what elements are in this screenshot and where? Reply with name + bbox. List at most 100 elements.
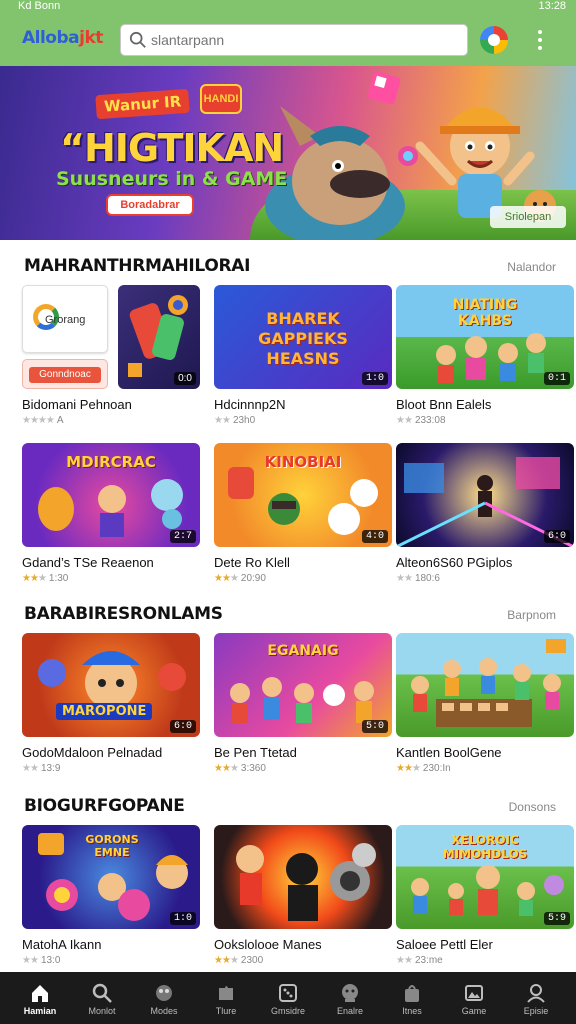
game-card[interactable]: 6:0 Alteon6S60 PGiplos ★★ 180:6 <box>396 443 574 584</box>
home-icon <box>32 985 48 1002</box>
rating-stars: ★★★ <box>214 955 239 966</box>
game-card[interactable]: MDIRCRAC 2:7 Gdand’s TSe Reaenon ★★★ 1:30 <box>22 443 200 584</box>
game-icon <box>156 985 172 1001</box>
game-title: Saloee Pettl Eler <box>396 937 493 952</box>
game-card[interactable]: EGANAIG 5:0 Be Pen Ttetad ★★★ 3:360 <box>214 633 392 774</box>
rating-stars: ★★ <box>22 763 39 774</box>
banner-badge: HANDI <box>200 84 242 114</box>
brand-logo-box: Grorang <box>22 285 108 353</box>
game-rating: ★★ 13:0 <box>22 955 61 966</box>
mascot-icon <box>342 984 358 1002</box>
rating-stars: ★★ <box>214 415 231 426</box>
game-thumbnail: MDIRCRAC 2:7 <box>22 443 200 547</box>
section-more-link[interactable]: Barpnom <box>507 608 556 622</box>
duration-badge: 0:1 <box>543 372 570 385</box>
game-rating: ★★★ 1:30 <box>22 573 69 584</box>
game-thumbnail: 6:0 <box>396 443 574 547</box>
status-bar: Kd Bonn 13:28 <box>0 0 576 14</box>
game-title: GodoMdaloon Pelnadad <box>22 745 163 760</box>
rating-stars: ★★★ <box>396 763 421 774</box>
game-title: Ookslolooe Manes <box>214 937 322 952</box>
game-rating: ★★★ 20:90 <box>214 573 266 584</box>
game-thumbnail: GORONS EMNE 1:0 <box>22 825 200 929</box>
nav-item-enalre[interactable]: Enalre <box>318 972 382 1024</box>
thumbnail-text: MAROPONE <box>56 703 153 720</box>
bottom-navigation: Hamian Monlot Modes Tlure Gmsidre Enalre… <box>0 972 576 1024</box>
game-rating: ★★ 233:08 <box>396 415 446 426</box>
game-card[interactable]: NIATING KAHBS 0:1 Bloot Bnn Ealels ★★ 233… <box>396 285 574 426</box>
search-input[interactable] <box>151 29 451 51</box>
rating-stars: ★★ <box>396 955 413 966</box>
game-card[interactable]: Kantlen BoolGene ★★★ 230:In <box>396 633 574 774</box>
game-card[interactable]: MAROPONE 6:0 GodoMdaloon Pelnadad ★★ 13:9 <box>22 633 200 774</box>
rating-stars: ★★★★ <box>22 415 55 426</box>
game-card[interactable]: XELOROIC MIMOHDLOS 5:9 Saloee Pettl Eler… <box>396 825 574 966</box>
rating-stars: ★★ <box>396 415 413 426</box>
section-title: BIOGURFGOPANE <box>24 796 185 816</box>
duration-badge: 5:9 <box>543 912 570 925</box>
game-thumbnail: KINOBIAI 4:0 <box>214 443 392 547</box>
game-rating: ★★ 13:9 <box>22 763 61 774</box>
rating-stars: ★★★ <box>22 573 47 584</box>
search-bar[interactable] <box>120 24 468 56</box>
nav-item-modes[interactable]: Modes <box>132 972 196 1024</box>
section-title: MAHRANTHRMAHILORAI <box>24 256 251 276</box>
thumbnail-text: BHAREK GAPPIEKS HEASNS <box>258 309 348 368</box>
game-card[interactable]: BHAREK GAPPIEKS HEASNS 1:0 Hdcinnnp2N ★★… <box>214 285 392 426</box>
bag-icon <box>405 985 419 1002</box>
rating-stars: ★★★ <box>214 763 239 774</box>
nav-item-home[interactable]: Hamian <box>8 972 72 1024</box>
game-card[interactable]: Ookslolooe Manes ★★★ 2300 <box>214 825 392 966</box>
game-title: Kantlen BoolGene <box>396 745 502 760</box>
dice-icon <box>279 984 297 1002</box>
banner-title: “HIGTIKAN <box>60 126 284 170</box>
game-card[interactable]: GORONS EMNE 1:0 MatohA Ikann ★★ 13:0 <box>22 825 200 966</box>
rating-stars: ★★ <box>396 573 413 584</box>
game-card[interactable]: Grorang Gonndnoac 0:0 <box>22 285 200 389</box>
app-logo[interactable]: Allobajkt <box>22 28 103 48</box>
nav-item-game[interactable]: Game <box>442 972 506 1024</box>
game-rating: ★★★★ A <box>22 415 64 426</box>
game-title: Gdand’s TSe Reaenon <box>22 555 154 570</box>
game-thumbnail <box>214 825 392 929</box>
section-title: BARABIRESRONLAMS <box>24 604 223 624</box>
hero-banner[interactable]: Wanur IR HANDI “HIGTIKAN Suusneurs in & … <box>0 66 576 240</box>
game-rating: ★★ 180:6 <box>396 573 440 584</box>
app-header: Allobajkt <box>0 14 576 66</box>
duration-badge: 5:0 <box>361 720 388 733</box>
section-more-link[interactable]: Nalandor <box>507 260 556 274</box>
nav-item-profile[interactable]: Episie <box>504 972 568 1024</box>
game-thumbnail: EGANAIG 5:0 <box>214 633 392 737</box>
overflow-menu-icon[interactable] <box>532 28 548 52</box>
game-rating: ★★★ 230:In <box>396 763 451 774</box>
nav-item-itnes[interactable]: Itnes <box>380 972 444 1024</box>
nav-item-search[interactable]: Monlot <box>70 972 134 1024</box>
duration-badge: 2:7 <box>169 530 196 543</box>
image-icon <box>465 985 483 1001</box>
install-button[interactable]: Gonndnoac <box>22 359 108 389</box>
nav-item-tlure[interactable]: Tlure <box>194 972 258 1024</box>
game-rating: ★★★ 3:360 <box>214 763 266 774</box>
profile-icon <box>527 984 545 1003</box>
game-rating: ★★ 23:me <box>396 955 443 966</box>
duration-badge: 0:0 <box>174 372 196 385</box>
section-more-link[interactable]: Donsons <box>509 800 556 814</box>
duration-badge: 6:0 <box>543 530 570 543</box>
google-icon[interactable] <box>480 26 508 54</box>
game-title: Bidomani Pehnoan <box>22 397 132 412</box>
rating-stars: ★★ <box>22 955 39 966</box>
game-title: Hdcinnnp2N <box>214 397 286 412</box>
game-card[interactable]: KINOBIAI 4:0 Dete Ro Klell ★★★ 20:90 <box>214 443 392 584</box>
game-thumbnail: XELOROIC MIMOHDLOS 5:9 <box>396 825 574 929</box>
game-thumbnail <box>396 633 574 737</box>
nav-item-gmsidre[interactable]: Gmsidre <box>256 972 320 1024</box>
game-title: Be Pen Ttetad <box>214 745 297 760</box>
duration-badge: 4:0 <box>361 530 388 543</box>
puzzle-icon <box>219 986 233 1000</box>
banner-secondary-button[interactable]: Sriolepan <box>490 206 566 228</box>
game-card-caption[interactable]: Bidomani Pehnoan ★★★★ A <box>22 397 200 426</box>
status-clock: 13:28 <box>538 0 566 12</box>
game-thumbnail: NIATING KAHBS 0:1 <box>396 285 574 389</box>
banner-primary-button[interactable]: Boradabrar <box>106 194 194 216</box>
banner-tag: Wanur IR <box>95 88 190 120</box>
